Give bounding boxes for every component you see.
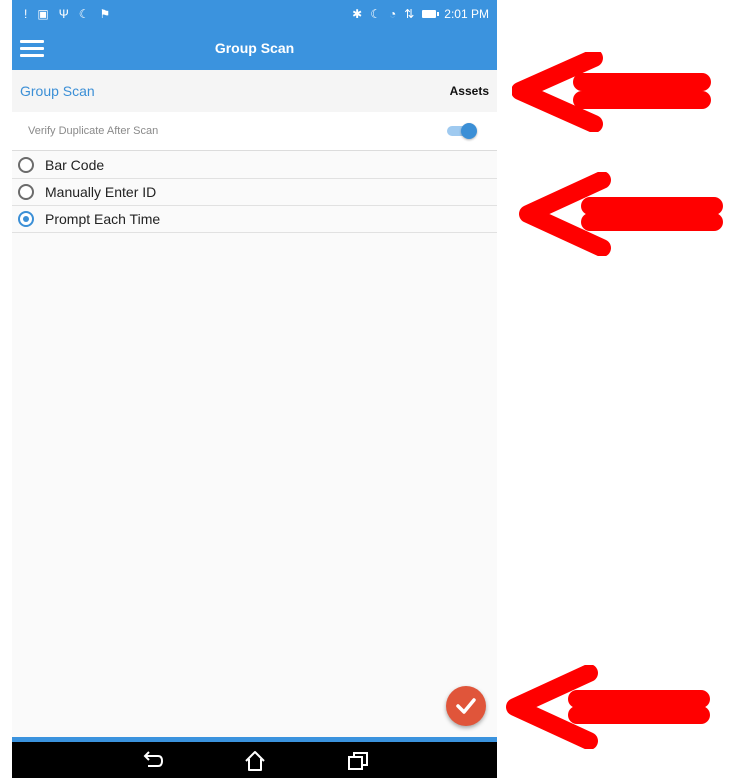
- option-prompt-each-time[interactable]: Prompt Each Time: [12, 206, 497, 233]
- app-bar-title: Group Scan: [214, 40, 295, 56]
- option-label: Manually Enter ID: [45, 184, 157, 200]
- radio-button[interactable]: [18, 157, 34, 173]
- moon-icon: ☾: [78, 7, 90, 21]
- scan-mode-options: Bar Code Manually Enter ID Prompt Each T…: [12, 152, 497, 233]
- status-bar: ! ▣ Ψ ☾ ⚑ ✱ ☾ ◔ ⇅ 2:01 PM: [12, 0, 497, 30]
- wifi-icon: ◔: [388, 7, 397, 21]
- battery-icon: [422, 10, 440, 18]
- home-icon[interactable]: [243, 750, 267, 772]
- flag-icon: ⚑: [99, 7, 111, 21]
- status-time: 2:01 PM: [444, 7, 489, 21]
- bluetooth-icon: ✱: [352, 7, 363, 21]
- verify-duplicate-row: Verify Duplicate After Scan: [12, 112, 497, 151]
- moon-icon: ☾: [370, 7, 381, 21]
- section-title: Group Scan: [20, 83, 95, 99]
- radio-button[interactable]: [18, 184, 34, 200]
- recents-icon[interactable]: [346, 750, 370, 772]
- verify-duplicate-toggle[interactable]: [447, 123, 477, 139]
- verify-duplicate-label: Verify Duplicate After Scan: [28, 125, 159, 137]
- data-arrows-icon: ⇅: [404, 7, 415, 21]
- annotation-arrow-confirm: [506, 665, 710, 749]
- option-label: Prompt Each Time: [45, 211, 161, 227]
- section-header: Group Scan Assets: [12, 70, 497, 112]
- image-icon: ▣: [37, 7, 49, 21]
- app-bar: Group Scan: [12, 30, 497, 70]
- confirm-button[interactable]: [446, 686, 486, 726]
- assets-label[interactable]: Assets: [450, 84, 489, 98]
- annotation-arrow-options: [519, 172, 723, 256]
- checkmark-icon: [456, 698, 476, 714]
- option-bar-code[interactable]: Bar Code: [12, 152, 497, 179]
- option-manually-enter-id[interactable]: Manually Enter ID: [12, 179, 497, 206]
- toggle-thumb: [461, 123, 477, 139]
- back-icon[interactable]: [140, 750, 164, 772]
- device-screen: ! ▣ Ψ ☾ ⚑ ✱ ☾ ◔ ⇅ 2:01 PM Group Scan Gro…: [12, 0, 497, 778]
- navigation-bar: [12, 742, 497, 778]
- radio-button-selected[interactable]: [18, 211, 34, 227]
- option-label: Bar Code: [45, 157, 105, 173]
- app-icon: Ψ: [58, 7, 69, 21]
- notification-icon: !: [24, 7, 28, 21]
- annotation-arrow-assets: [512, 52, 711, 132]
